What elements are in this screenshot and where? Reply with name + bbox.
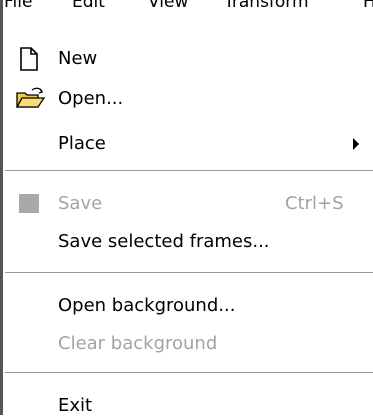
save-icon bbox=[16, 192, 42, 216]
menu-item-save-selected-frames-label: Save selected frames... bbox=[58, 231, 270, 252]
menu-separator bbox=[5, 272, 373, 274]
menu-item-save-label: Save bbox=[58, 193, 103, 214]
menu-item-save-shortcut: Ctrl+S bbox=[285, 193, 344, 214]
menu-item-open-label: Open... bbox=[58, 88, 124, 109]
menu-item-clear-background-label: Clear background bbox=[58, 333, 218, 354]
menu-item-open-background-label: Open background... bbox=[58, 295, 236, 316]
menu-bar: File Edit View Transform H bbox=[0, 0, 373, 22]
menu-item-exit-label: Exit bbox=[58, 395, 93, 416]
menu-item-place-label: Place bbox=[58, 133, 106, 154]
menubar-item-help[interactable]: H bbox=[363, 0, 373, 13]
new-document-icon bbox=[16, 47, 42, 71]
menu-item-new-label: New bbox=[58, 48, 98, 69]
menubar-item-view[interactable]: View bbox=[148, 0, 188, 13]
menubar-item-edit[interactable]: Edit bbox=[72, 0, 105, 13]
menu-separator bbox=[5, 372, 373, 374]
open-folder-icon bbox=[15, 87, 46, 111]
menubar-item-transform[interactable]: Transform bbox=[224, 0, 309, 13]
menubar-item-file[interactable]: File bbox=[4, 0, 32, 13]
file-menu: New Open... Place Save Ctrl+S Save selec… bbox=[3, 22, 373, 416]
submenu-arrow-icon bbox=[353, 138, 359, 150]
menu-separator bbox=[5, 170, 373, 172]
